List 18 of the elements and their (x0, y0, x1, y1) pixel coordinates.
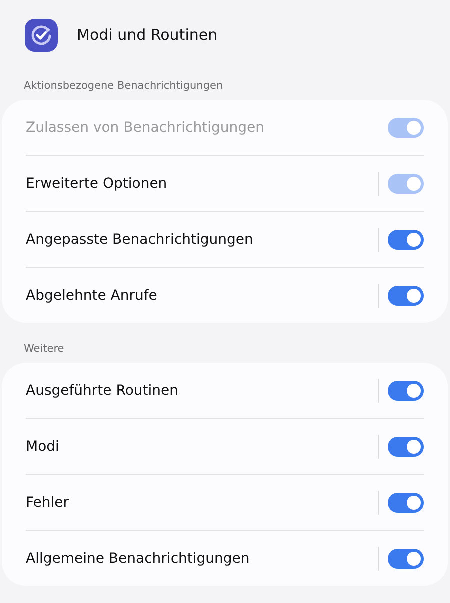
app-icon (25, 18, 58, 52)
section-header: Aktionsbezogene Benachrichtigungen (23, 79, 224, 94)
setting-label: Erweiterte Optionen (26, 176, 168, 192)
setting-label: Zulassen von Benachrichtigungen (26, 120, 266, 136)
setting-label: Modi (26, 438, 60, 454)
toggle-switch[interactable] (388, 436, 424, 456)
setting-label: Abgelehnte Anrufe (26, 288, 158, 304)
toggle-switch[interactable] (388, 548, 424, 568)
toggle-switch[interactable] (388, 380, 424, 400)
setting-label: Allgemeine Benachrichtigungen (26, 550, 251, 566)
section-header: Weitere (23, 342, 66, 357)
setting-label: Ausgeführte Routinen (26, 382, 180, 398)
setting-label: Angepasste Benachrichtigungen (26, 232, 254, 248)
page-title: Modi und Routinen (77, 26, 218, 44)
toggle-switch[interactable] (388, 286, 424, 306)
toggle-switch[interactable] (388, 230, 424, 250)
toggle-switch[interactable] (388, 492, 424, 512)
setting-label: Fehler (26, 494, 70, 510)
